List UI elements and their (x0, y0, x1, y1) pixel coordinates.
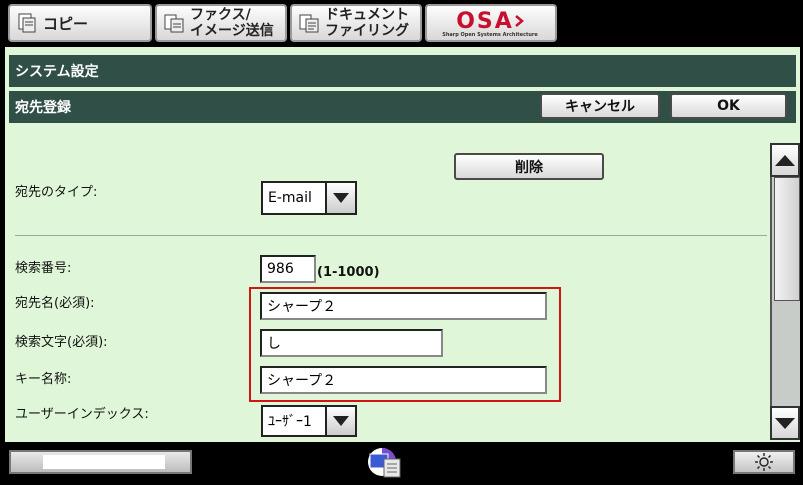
chevron-down-icon (333, 193, 349, 203)
brightness-button[interactable] (733, 450, 795, 474)
osa-arrow-icon (514, 15, 524, 27)
ok-button[interactable]: OK (670, 93, 787, 119)
page-title: 宛先登録 (15, 100, 71, 116)
user-index-label: ユーザーインデックス: (15, 407, 149, 422)
job-status-fill (43, 455, 165, 469)
user-index-select[interactable]: ﾕｰｻﾞｰ1 (261, 405, 357, 437)
dest-name-label: 宛先名(必須): (15, 296, 95, 311)
tab-copy-label: コピー (43, 14, 89, 33)
arrow-up-icon (775, 154, 795, 166)
chevron-down-icon (333, 416, 349, 426)
sun-icon (755, 453, 773, 471)
scroll-down-button[interactable] (770, 406, 800, 440)
dest-type-select[interactable]: E-mail (261, 181, 357, 215)
job-status-indicator[interactable] (9, 450, 192, 474)
tab-fax-line2: イメージ送信 (190, 23, 274, 39)
dest-type-value: E-mail (268, 190, 312, 206)
status-bar (0, 442, 803, 484)
fax-scan-icon (163, 12, 185, 34)
dest-type-dropdown-button[interactable] (325, 183, 355, 213)
search-number-label: 検索番号: (15, 261, 72, 276)
osa-logo-text: OSA (456, 8, 514, 34)
dest-type-label: 宛先のタイプ: (15, 185, 98, 200)
tab-fax-line1: ファクス/ (190, 7, 251, 23)
tab-doc-line2: ファイリング (325, 23, 409, 39)
tab-doc-line1: ドキュメント (325, 7, 409, 23)
scroll-thumb[interactable] (774, 177, 800, 301)
search-number-input[interactable]: 986 (260, 255, 316, 283)
highlight-box (249, 287, 561, 402)
divider (15, 235, 767, 236)
delete-button[interactable]: 削除 (454, 153, 604, 180)
arrow-down-icon (775, 417, 795, 429)
osa-logo: OSA Sharp Open Systems Architecture (431, 9, 555, 38)
user-index-dropdown-button[interactable] (325, 407, 355, 435)
scroll-up-button[interactable] (770, 143, 800, 177)
search-char-label: 検索文字(必須): (15, 335, 108, 350)
scrollbar[interactable] (770, 143, 800, 440)
user-index-value: ﾕｰｻﾞｰ1 (268, 414, 312, 430)
tab-osa[interactable]: OSA Sharp Open Systems Architecture (425, 4, 557, 42)
tab-document-filing[interactable]: ドキュメント ファイリング (290, 4, 422, 42)
job-queue-icon[interactable] (366, 445, 406, 481)
copy-icon (16, 12, 38, 34)
document-filing-icon (298, 12, 320, 34)
search-number-range: (1-1000) (317, 265, 380, 280)
key-name-label: キー名称: (15, 372, 72, 387)
system-settings-header: システム設定 (9, 55, 796, 87)
top-tab-bar: コピー ファクス/ イメージ送信 ドキュメント ファイリング OSA Sharp… (0, 0, 803, 47)
cancel-button[interactable]: キャンセル (540, 93, 660, 119)
osa-subtitle: Sharp Open Systems Architecture (442, 31, 538, 38)
tab-copy[interactable]: コピー (8, 4, 152, 42)
tab-fax-scan[interactable]: ファクス/ イメージ送信 (155, 4, 287, 42)
scroll-track[interactable] (770, 177, 800, 406)
